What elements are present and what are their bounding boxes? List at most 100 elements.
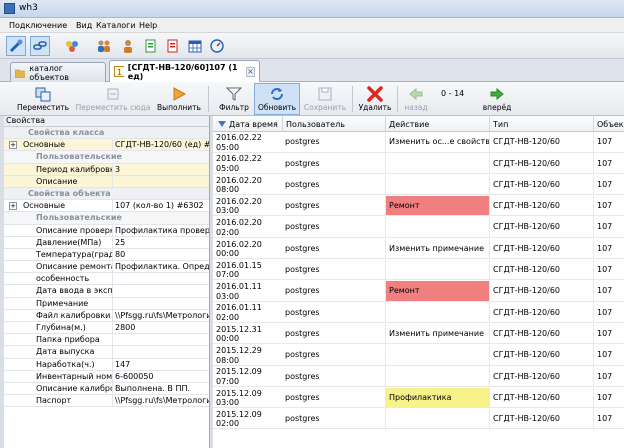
expand-icon[interactable]: + (9, 141, 17, 150)
property-value[interactable]: 147 (112, 358, 209, 370)
class-properties-section[interactable]: Свойства класса (4, 127, 209, 140)
property-value[interactable] (112, 334, 209, 346)
menu-catalogs[interactable]: Каталоги (96, 21, 136, 30)
property-value[interactable]: 3 (112, 163, 209, 175)
menu-connection[interactable]: Подключение (9, 21, 67, 30)
property-row[interactable]: Файл калибровки \\Pfsgg.ru\fs\Метрология (4, 309, 209, 322)
column-divider[interactable] (385, 116, 386, 132)
class-main-row[interactable]: + Основные СГДТ-НВ-120/60 (ед) #1226 (4, 139, 209, 152)
document-red-icon[interactable] (163, 36, 183, 56)
table-row[interactable]: 2016.02.20 03:00 postgres Ремонт СГДТ-НВ-120… (213, 195, 624, 217)
table-row[interactable]: 2016.02.22 05:00 postgres Изменить ос...е с… (213, 132, 624, 153)
sort-desc-icon[interactable] (218, 121, 226, 127)
column-type[interactable]: Тип (493, 120, 508, 129)
document-green-icon[interactable] (141, 36, 161, 56)
table-row[interactable]: 2016.02.20 08:00 postgres СГДТ-НВ-120/60 107 (213, 174, 624, 196)
column-datetime[interactable]: Дата время (229, 120, 278, 129)
property-value[interactable]: 80 (112, 248, 209, 261)
refresh-button[interactable]: Обновить (254, 83, 300, 115)
table-row[interactable]: 2016.02.20 00:00 postgres Изменить примечан… (213, 238, 624, 260)
forward-button[interactable]: вперёд (480, 83, 514, 115)
table-row[interactable]: 2016.02.22 05:00 postgres СГДТ-НВ-120/60 107 (213, 153, 624, 174)
table-row[interactable]: 2015.12.09 03:00 postgres Профилактика СГДТ-… (213, 387, 624, 409)
property-value[interactable] (112, 346, 209, 358)
save-button[interactable]: Сохранить (301, 83, 349, 115)
property-value[interactable]: 6-600050 (112, 370, 209, 382)
property-row[interactable]: Давление(МПа) 25 (4, 236, 209, 249)
property-row[interactable]: Период калибровки 3 (4, 163, 209, 176)
menu-help[interactable]: Help (139, 21, 157, 30)
cell-type: СГДТ-НВ-120/60 (489, 302, 593, 322)
cell-date: 2015.12.09 (216, 409, 262, 419)
properties-panel: Свойства Свойства класса + Основные СГДТ… (4, 116, 210, 448)
object-main-row[interactable]: + Основные 107 (кол-во 1) #6302 (4, 200, 209, 213)
property-value[interactable] (112, 273, 209, 285)
class-user-section[interactable]: Пользовательские (4, 151, 209, 164)
expand-icon[interactable]: + (9, 202, 17, 211)
column-divider[interactable] (593, 116, 594, 132)
delete-button[interactable]: Удалить (357, 83, 393, 115)
table-row[interactable]: 2015.12.31 00:00 postgres Изменить примечан… (213, 323, 624, 345)
property-row[interactable]: Описание ремонтаПрофилактика. Определе (4, 261, 209, 274)
table-row[interactable]: 2015.12.29 08:00 postgres СГДТ-НВ-120/60 107 (213, 345, 624, 366)
table-row[interactable]: 2016.02.20 02:00 postgres СГДТ-НВ-120/60 107 (213, 217, 624, 238)
table-row[interactable]: 2015.12.09 02:00 postgres СГДТ-НВ-120/60 107 (213, 408, 624, 430)
move-button[interactable]: Переместить (14, 83, 72, 115)
property-value[interactable]: Профилактика проверка р (112, 224, 209, 236)
cell-user: postgres (285, 350, 320, 360)
cell-object: 107 (593, 217, 624, 237)
column-object[interactable]: Объект (597, 120, 624, 129)
property-value[interactable]: \\Pfsgg.ru\fs\Метрология (112, 395, 209, 407)
property-row[interactable]: Папка прибора (4, 334, 209, 347)
property-value[interactable] (112, 285, 209, 297)
palette-icon[interactable] (62, 36, 82, 56)
property-value[interactable] (112, 175, 209, 187)
property-row[interactable]: Инвентарный номер6-600050 (4, 370, 209, 383)
tab-object-catalog[interactable]: каталог объектов (10, 62, 106, 82)
table-row[interactable]: 2016.01.11 03:00 postgres Ремонт СГДТ-НВ-120… (213, 281, 624, 302)
property-row[interactable]: Описание калибровкиВыполнена. В ПП. (4, 382, 209, 396)
table-row[interactable]: 2016.01.11 02:00 postgres СГДТ-НВ-120/60 107 (213, 302, 624, 323)
cell-time: 02:00 (216, 312, 240, 322)
connect-icon[interactable] (6, 36, 26, 56)
move-here-button[interactable]: Переместить сюда (74, 83, 152, 115)
property-value[interactable]: \\Pfsgg.ru\fs\Метрология (112, 309, 209, 321)
column-user[interactable]: Пользователь (286, 120, 345, 129)
link-icon[interactable] (30, 36, 50, 56)
property-value[interactable]: Выполнена. В ПП. (112, 382, 209, 395)
filter-button[interactable]: Фильтр (214, 83, 254, 115)
column-divider[interactable] (282, 116, 283, 132)
cell-object: 107 (593, 259, 624, 280)
property-row[interactable]: Паспорт \\Pfsgg.ru\fs\Метрология (4, 395, 209, 408)
cell-date: 2016.02.20 (216, 218, 262, 228)
property-row[interactable]: Дата ввода в эксплуатацию (4, 285, 209, 298)
tab-object-card[interactable]: 1 [СГДТ-НВ-120/60]107 (1 ед) × (109, 60, 260, 82)
property-key: Примечание (36, 298, 89, 308)
column-divider[interactable] (489, 116, 490, 132)
back-button[interactable]: назад (401, 83, 431, 115)
gauge-icon[interactable] (207, 36, 227, 56)
calendar-grid-icon[interactable] (185, 36, 205, 56)
users-icon[interactable] (94, 36, 114, 56)
table-row[interactable]: 2016.01.15 07:00 postgres СГДТ-НВ-120/60 107 (213, 259, 624, 281)
property-row[interactable]: Описание проверкиПрофилактика проверка р (4, 224, 209, 237)
property-value[interactable] (112, 297, 209, 309)
table-row[interactable]: 2015.12.09 07:00 postgres СГДТ-НВ-120/60 107 (213, 366, 624, 387)
property-value[interactable]: 25 (112, 236, 209, 248)
execute-button[interactable]: Выполнить (154, 83, 204, 115)
property-row[interactable]: Описание (4, 175, 209, 188)
property-value[interactable]: 2800 (112, 322, 209, 334)
property-row[interactable]: Примечание (4, 297, 209, 310)
property-row[interactable]: особенность (4, 273, 209, 286)
menu-view[interactable]: Вид (76, 21, 92, 30)
column-action[interactable]: Действие (389, 120, 429, 129)
object-user-section[interactable]: Пользовательские (4, 212, 209, 225)
property-row[interactable]: Глубина(м.) 2800 (4, 322, 209, 335)
property-value[interactable]: Профилактика. Определе (112, 261, 209, 273)
object-properties-section[interactable]: Свойства объекта (4, 187, 209, 201)
property-row[interactable]: Дата выпуска (4, 346, 209, 359)
user-icon[interactable] (118, 36, 138, 56)
property-row[interactable]: Наработка(ч.) 147 (4, 358, 209, 371)
close-icon[interactable]: × (245, 66, 255, 77)
property-row[interactable]: Температура(град.С)80 (4, 248, 209, 262)
